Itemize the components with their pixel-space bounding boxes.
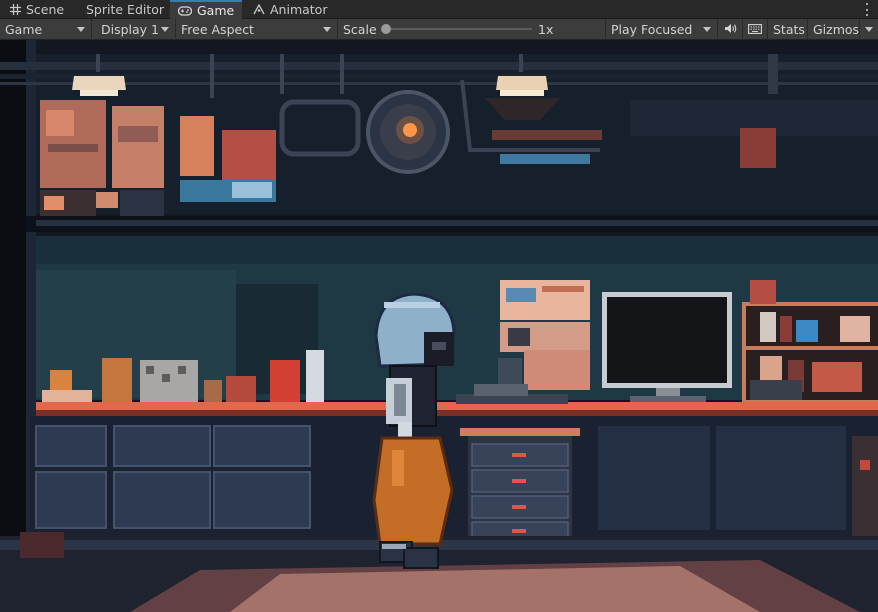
keyboard-icon [748,22,762,37]
aspect-dropdown[interactable]: Free Aspect [176,19,338,40]
tab-scene[interactable]: Scene [2,0,72,19]
chevron-down-icon [323,27,331,32]
game-render [0,40,878,612]
tab-game-label: Game [197,3,235,18]
tab-game[interactable]: Game [170,0,242,19]
stats-label: Stats [773,22,805,37]
chevron-down-icon [161,27,169,32]
speaker-icon [724,22,737,37]
tab-scene-label: Scene [26,2,65,17]
display-dropdown[interactable]: Display 1 [92,19,176,40]
display-dropdown-label: Display 1 [101,22,160,37]
stats-toggle[interactable]: Stats [768,19,808,40]
grid-icon [10,4,21,15]
gizmos-toggle[interactable]: Gizmos [808,19,860,40]
gizmos-label: Gizmos [813,22,860,37]
chevron-down-icon [77,27,85,32]
tab-animator[interactable]: Animator [245,0,335,19]
game-viewport[interactable] [0,40,878,612]
mode-dropdown[interactable]: Game [0,19,92,40]
scale-slider-track[interactable] [384,28,532,30]
chevron-down-icon [865,27,873,32]
gamepad-icon [178,5,192,16]
gizmos-dropdown[interactable] [860,19,878,40]
play-mode-label: Play Focused [611,22,693,37]
shortcuts-button[interactable] [743,19,768,40]
mode-dropdown-label: Game [5,22,43,37]
scale-slider-handle[interactable] [381,24,391,34]
scale-value: 1x [538,22,554,37]
editor-tab-bar: Scene Sprite Editor Game Animator [0,0,878,19]
game-view-toolbar: Game Display 1 Free Aspect Scale 1x Play… [0,19,878,40]
play-mode-dropdown[interactable]: Play Focused [606,19,718,40]
animator-icon [253,4,265,15]
chevron-down-icon [703,27,711,32]
mute-audio-button[interactable] [718,19,743,40]
tab-animator-label: Animator [270,2,328,17]
aspect-dropdown-label: Free Aspect [181,22,254,37]
tab-sprite-editor-label: Sprite Editor [86,2,165,17]
tab-sprite-editor[interactable]: Sprite Editor [78,0,172,19]
more-options-icon[interactable] [865,3,869,16]
scale-label: Scale [343,22,377,37]
